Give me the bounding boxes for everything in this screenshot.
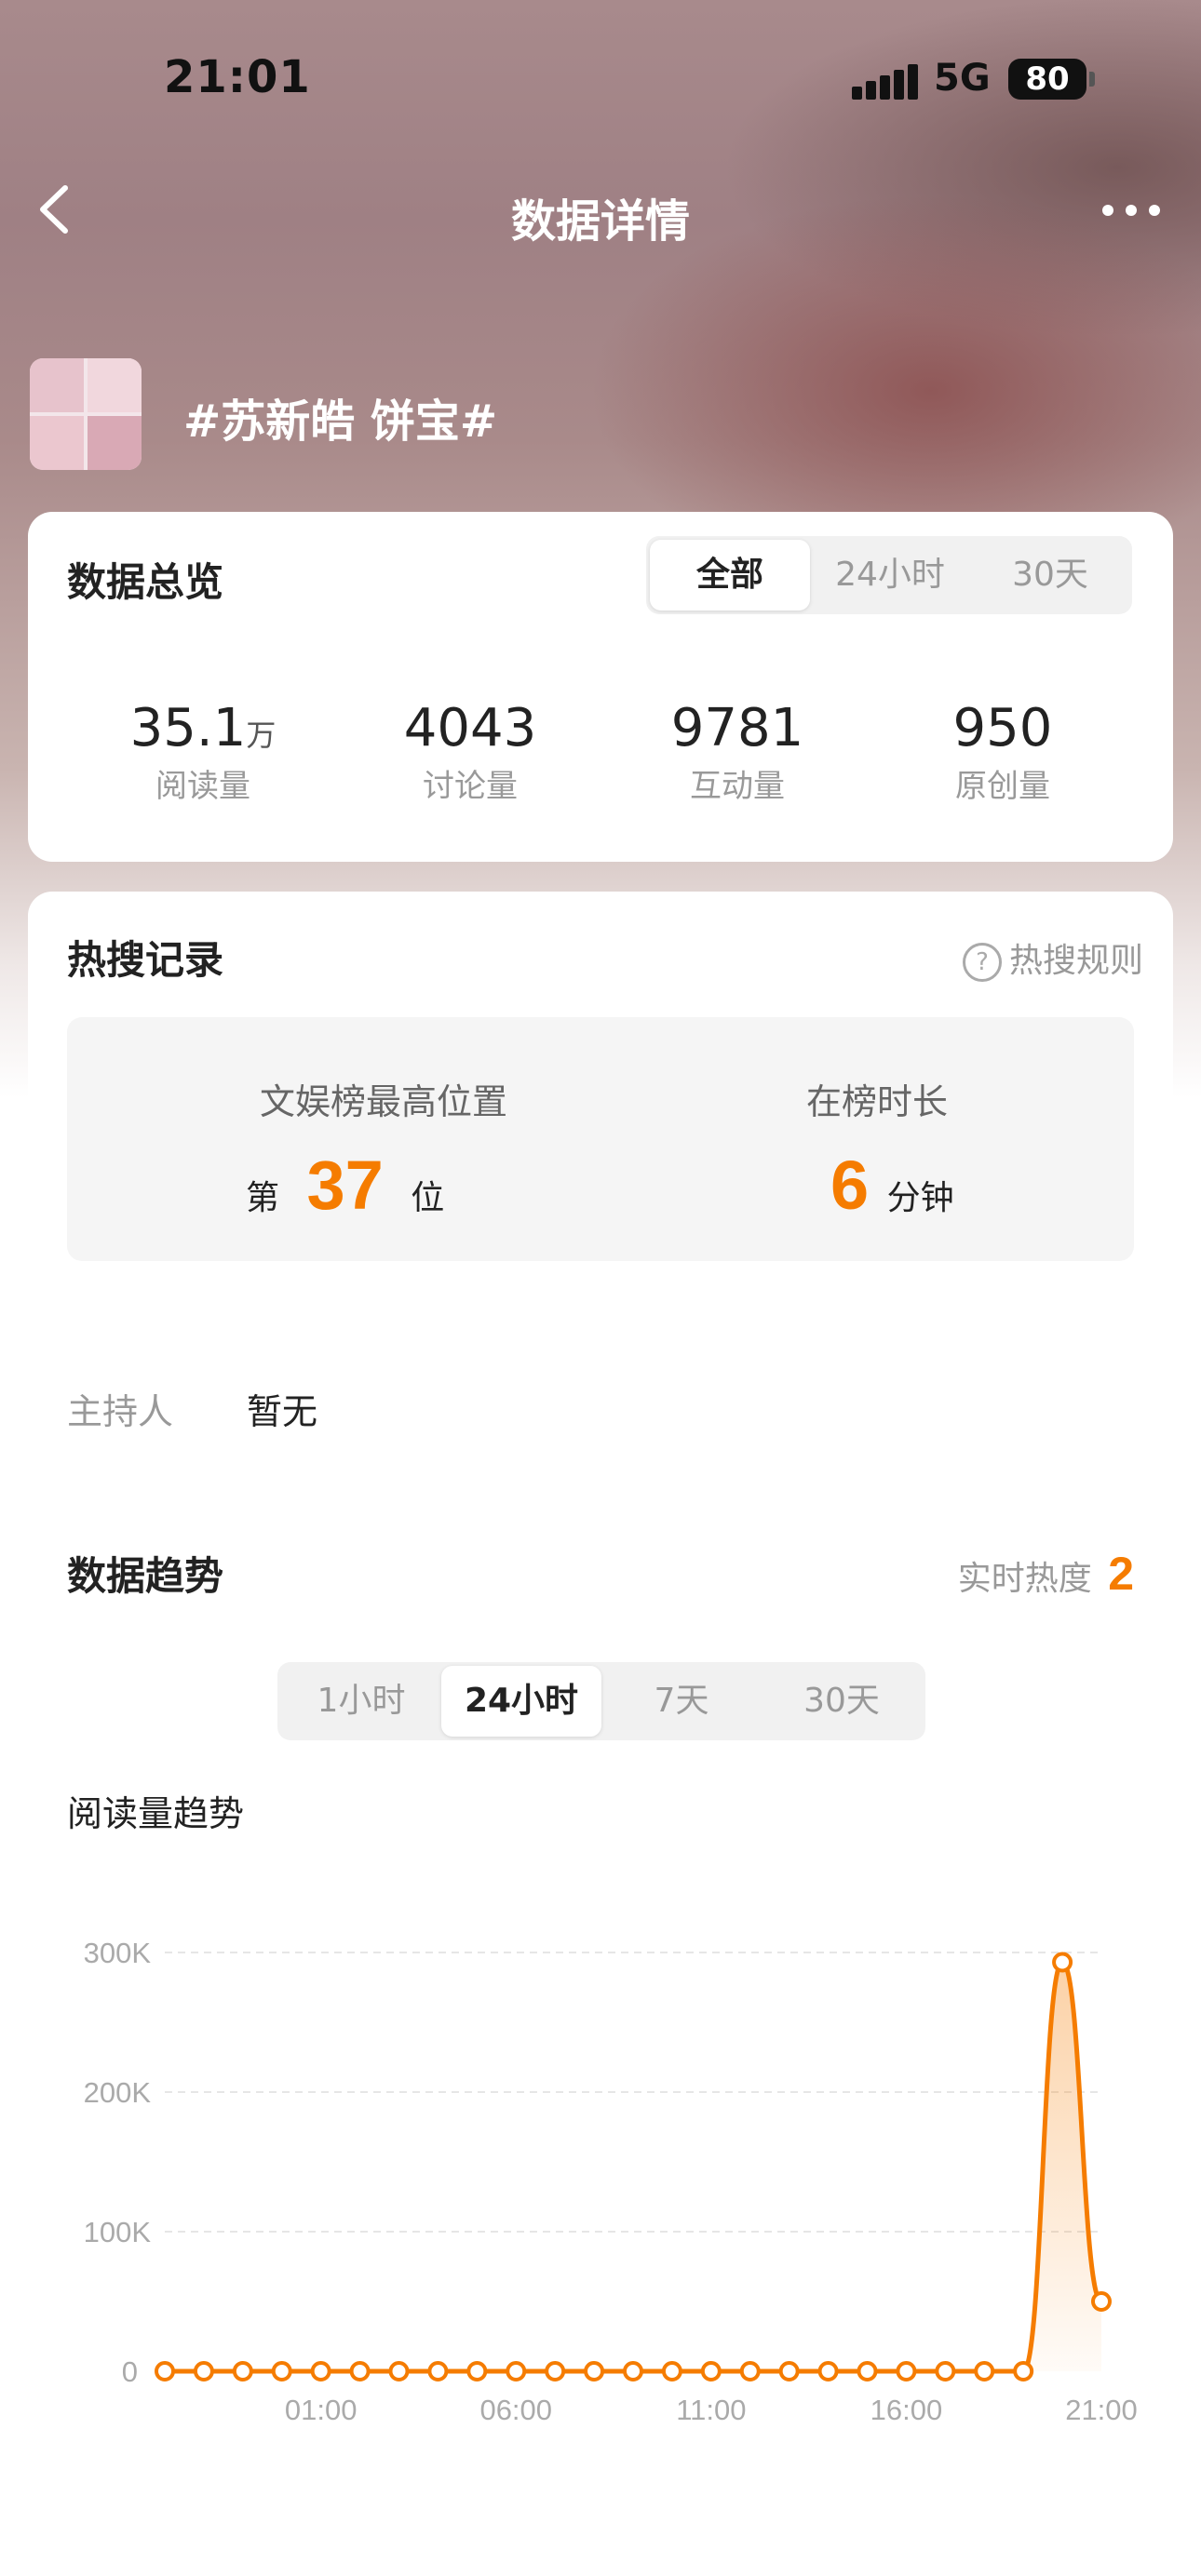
data-point	[427, 2361, 449, 2381]
data-point	[1013, 2361, 1034, 2381]
tab-30d[interactable]: 30天	[970, 540, 1130, 610]
hot-search-title: 热搜记录	[67, 937, 224, 983]
signal-icon	[852, 64, 918, 100]
x-tick-label: 21:00	[1065, 2394, 1138, 2426]
help-icon: ?	[962, 943, 1002, 982]
duration: 6 分钟	[830, 1146, 954, 1225]
highest-position-label: 文娱榜最高位置	[259, 1081, 507, 1122]
tab-all[interactable]: 全部	[650, 540, 810, 610]
rule-label: 热搜规则	[1008, 942, 1143, 980]
data-point	[155, 2361, 175, 2381]
data-point	[935, 2361, 956, 2381]
hot-search-summary: 文娱榜最高位置 第 37 位 在榜时长 6 分钟	[67, 1017, 1134, 1261]
topic-thumbnail[interactable]	[30, 358, 142, 470]
topic-title: #苏新皓 饼宝#	[183, 396, 498, 448]
realtime-heat: 实时热度 2	[958, 1547, 1134, 1601]
tab-30d[interactable]: 30天	[762, 1666, 922, 1737]
status-bar: 21:01 5G 80	[0, 51, 1201, 107]
trend-card: 数据趋势 实时热度 2 1小时 24小时 7天 30天 阅读量趋势 0 100K 2…	[28, 1506, 1173, 2576]
x-tick-label: 06:00	[479, 2394, 552, 2426]
more-icon[interactable]	[1089, 186, 1173, 233]
topic-header: #苏新皓 饼宝#	[30, 358, 1147, 470]
data-point	[1091, 2291, 1112, 2312]
overview-range-tabs: 全部 24小时 30天	[646, 536, 1132, 614]
stat-original: 950 原创量	[877, 698, 1128, 806]
data-point	[310, 2361, 331, 2381]
stat-read: 35.1万 阅读量	[77, 698, 329, 806]
nav-bar: 数据详情	[0, 168, 1201, 251]
stat-value: 4043	[403, 698, 537, 758]
data-point	[857, 2361, 878, 2381]
y-tick-label: 300K	[84, 1937, 152, 1969]
hot-search-card: 热搜记录 ? 热搜规则 文娱榜最高位置 第 37 位 在榜时长 6 分钟	[28, 892, 1173, 1303]
stat-discussion: 4043 讨论量	[344, 698, 596, 806]
tab-24h[interactable]: 24小时	[441, 1666, 601, 1737]
highest-suffix: 位	[411, 1179, 445, 1217]
data-point	[896, 2361, 917, 2381]
data-point	[388, 2361, 410, 2381]
network-type: 5G	[934, 57, 991, 100]
trend-range-tabs: 1小时 24小时 7天 30天	[277, 1662, 925, 1740]
x-tick-label: 01:00	[285, 2394, 358, 2426]
series-line	[165, 1959, 1104, 2374]
overview-title: 数据总览	[67, 559, 224, 605]
stat-label: 讨论量	[423, 768, 518, 805]
data-point	[271, 2361, 292, 2381]
host-label: 主持人	[67, 1391, 174, 1432]
read-trend-chart: 0 100K 200K 300K 01:00 06:00 11:00 16:00 21:00	[84, 1937, 1138, 2426]
data-point	[232, 2361, 253, 2381]
data-point	[778, 2361, 800, 2381]
x-tick-label: 16:00	[870, 2394, 943, 2426]
y-tick-label: 100K	[84, 2216, 152, 2248]
data-point	[739, 2361, 761, 2381]
tab-24h[interactable]: 24小时	[810, 540, 970, 610]
host-card: 主持人 暂无	[28, 1333, 1173, 1476]
data-point	[661, 2361, 682, 2381]
realtime-label: 实时热度	[957, 1560, 1092, 1598]
stat-interaction: 9781 互动量	[612, 698, 863, 806]
battery-cap	[1089, 72, 1095, 87]
x-tick-label: 11:00	[676, 2394, 746, 2426]
stat-label: 互动量	[690, 768, 785, 805]
stat-value: 950	[952, 698, 1053, 758]
trend-title: 数据趋势	[67, 1553, 224, 1599]
stat-value: 9781	[670, 698, 804, 758]
data-point	[584, 2361, 605, 2381]
data-point	[349, 2361, 371, 2381]
tab-1h[interactable]: 1小时	[281, 1666, 441, 1737]
battery-icon: 80	[1008, 59, 1086, 100]
stat-unit: 万	[246, 718, 277, 753]
data-point	[466, 2361, 488, 2381]
area-fill	[165, 1962, 1101, 2371]
duration-label: 在榜时长	[805, 1081, 948, 1122]
stat-label: 原创量	[955, 768, 1050, 805]
highest-prefix: 第	[246, 1179, 280, 1217]
data-point	[623, 2361, 643, 2381]
highest-value: 37	[306, 1147, 384, 1224]
data-point	[193, 2361, 214, 2381]
data-point	[974, 2361, 995, 2381]
duration-unit: 分钟	[886, 1179, 954, 1217]
chart-title: 阅读量趋势	[67, 1793, 245, 1834]
overview-card: 数据总览 全部 24小时 30天 35.1万 阅读量 4043 讨论量 9781…	[28, 512, 1173, 862]
stat-label: 阅读量	[155, 768, 250, 805]
data-point	[545, 2361, 566, 2381]
y-tick-label: 200K	[84, 2076, 152, 2109]
hot-search-rule-link[interactable]: ? 热搜规则	[962, 933, 1143, 982]
status-time: 21:01	[164, 51, 311, 103]
stat-value: 35.1	[129, 698, 247, 758]
data-point	[1052, 1952, 1073, 1973]
host-value: 暂无	[247, 1391, 318, 1432]
data-point	[817, 2361, 839, 2381]
page-title: 数据详情	[510, 195, 690, 248]
data-point	[506, 2361, 527, 2381]
data-point	[700, 2361, 722, 2381]
realtime-value: 2	[1108, 1548, 1134, 1600]
highest-position: 第 37 位	[246, 1146, 444, 1225]
duration-value: 6	[830, 1147, 870, 1224]
y-tick-label: 0	[122, 2355, 138, 2388]
tab-7d[interactable]: 7天	[601, 1666, 762, 1737]
